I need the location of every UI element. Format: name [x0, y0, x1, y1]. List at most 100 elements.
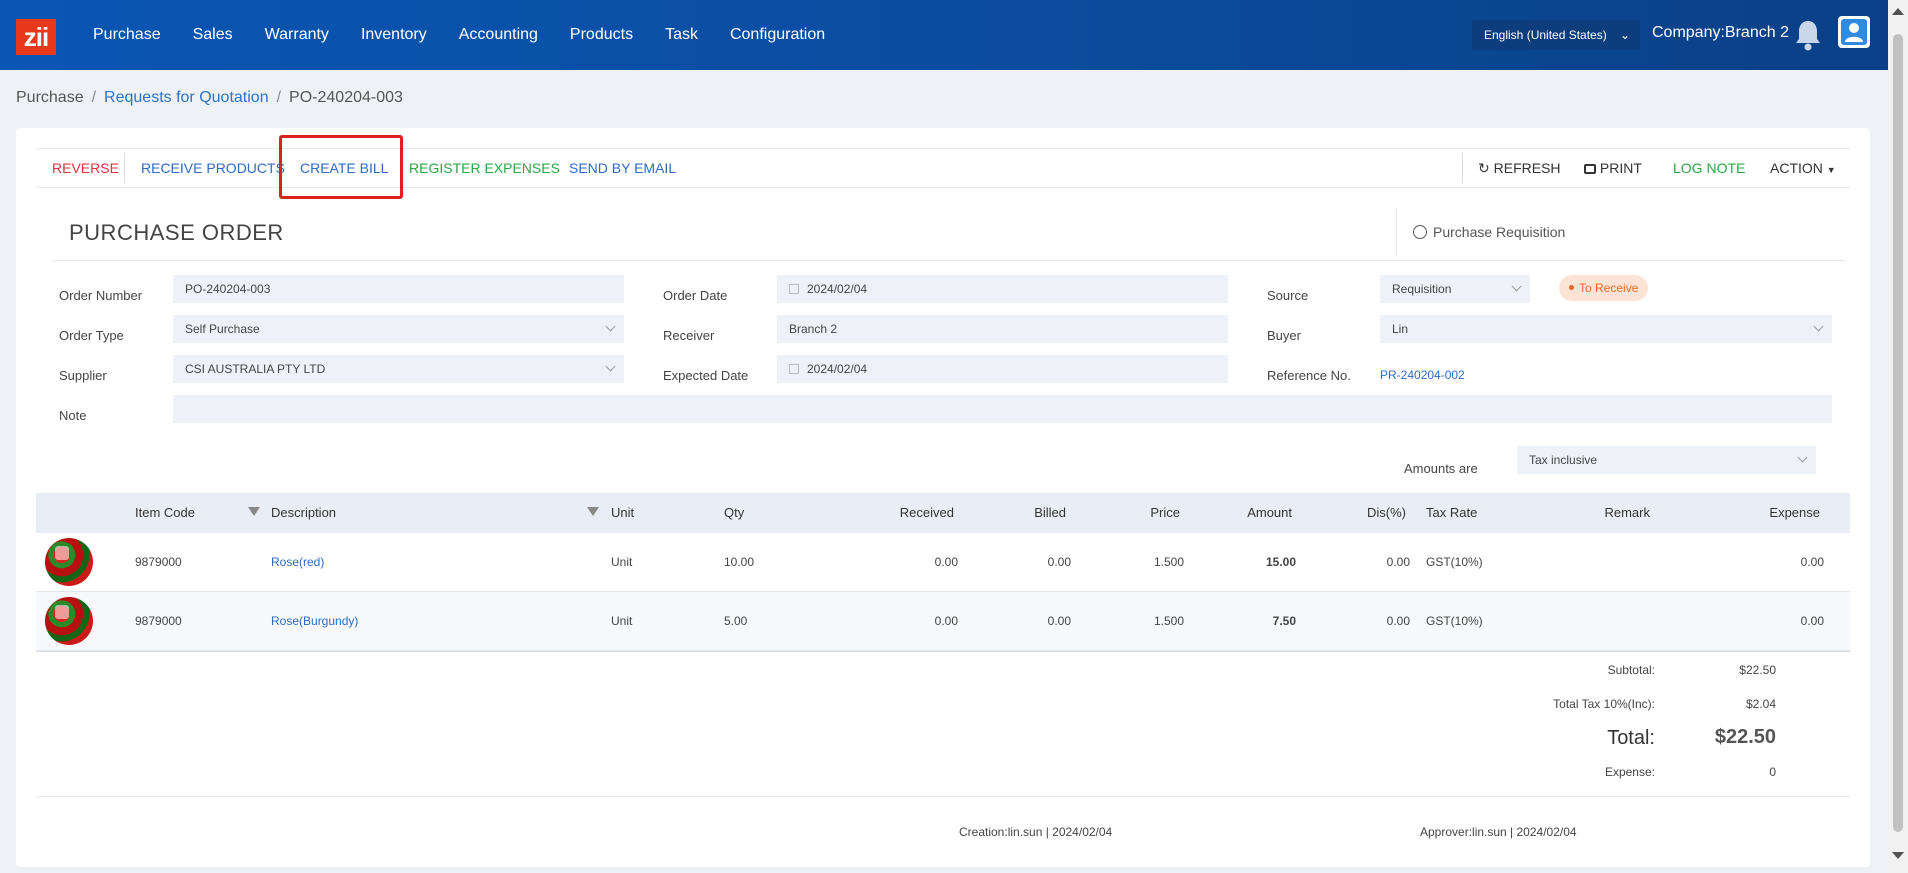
menu-item-products[interactable]: Products	[570, 26, 633, 44]
col-price[interactable]: Price	[1080, 493, 1180, 533]
table-row[interactable]: 9879000 Rose(Burgundy) Unit 5.00 0.00 0.…	[36, 592, 1850, 651]
product-thumbnail	[45, 538, 93, 586]
receiver-field[interactable]: Branch 2	[777, 315, 1228, 343]
menu-item-purchase[interactable]: Purchase	[93, 26, 161, 44]
menu-item-configuration[interactable]: Configuration	[730, 26, 825, 44]
amounts-are-select[interactable]: Tax inclusive	[1517, 446, 1816, 474]
col-unit[interactable]: Unit	[611, 493, 634, 533]
breadcrumb: Purchase / Requests for Quotation / PO-24020…	[16, 89, 403, 106]
total-label: Total:	[1607, 727, 1655, 749]
order-number-value: PO-240204-003	[185, 282, 271, 296]
order-number-label: Order Number	[59, 288, 143, 303]
buyer-select[interactable]: Lin	[1380, 315, 1832, 343]
col-expense[interactable]: Expense	[1720, 493, 1820, 533]
order-date-field[interactable]: 2024/02/04	[777, 275, 1228, 303]
filter-icon[interactable]	[587, 507, 599, 516]
calendar-icon	[789, 364, 799, 374]
supplier-select[interactable]: CSI AUSTRALIA PTY LTD	[173, 355, 624, 383]
total-value: $22.50	[1714, 726, 1776, 748]
cell-description[interactable]: Rose(Burgundy)	[271, 592, 358, 650]
action-label: ACTION	[1770, 160, 1823, 176]
col-billed[interactable]: Billed	[966, 493, 1066, 533]
calendar-icon	[789, 284, 799, 294]
scroll-down-icon[interactable]	[1892, 852, 1904, 859]
filter-icon[interactable]	[248, 507, 260, 516]
col-description[interactable]: Description	[271, 493, 336, 533]
cell-price: 1.500	[1153, 614, 1184, 628]
menu-item-inventory[interactable]: Inventory	[361, 26, 427, 44]
col-dis[interactable]: Dis(%)	[1306, 493, 1406, 533]
cell-received: 0.00	[934, 555, 958, 569]
amounts-are-value: Tax inclusive	[1529, 453, 1598, 467]
scrollbar-thumb[interactable]	[1893, 34, 1903, 832]
breadcrumb-rfq[interactable]: Requests for Quotation	[104, 89, 269, 106]
chevron-down-icon	[605, 361, 616, 372]
order-type-select[interactable]: Self Purchase	[173, 315, 624, 343]
reverse-button[interactable]: REVERSE	[52, 149, 119, 187]
buyer-value: Lin	[1392, 322, 1409, 336]
subtotal-value: $22.50	[1739, 663, 1776, 677]
note-input[interactable]	[173, 395, 1832, 423]
cell-dis: 0.00	[1386, 555, 1410, 569]
refresh-icon: ↻	[1478, 160, 1490, 176]
log-note-button[interactable]: LOG NOTE	[1673, 149, 1745, 187]
total-tax-label: Total Tax 10%(Inc):	[1553, 697, 1655, 711]
table-bottom-border	[36, 651, 1850, 652]
expected-date-label: Expected Date	[663, 368, 749, 383]
cell-unit: Unit	[611, 614, 633, 628]
menu-item-sales[interactable]: Sales	[193, 26, 233, 44]
cell-qty: 10.00	[724, 555, 755, 569]
company-label[interactable]: Company:Branch 2	[1652, 24, 1789, 42]
breadcrumb-root[interactable]: Purchase	[16, 89, 84, 106]
order-number-field[interactable]: PO-240204-003	[173, 275, 624, 303]
vertical-scrollbar[interactable]	[1888, 0, 1908, 873]
expense-value: 0	[1769, 765, 1776, 779]
source-label: Source	[1267, 288, 1309, 303]
cell-item-code: 9879000	[135, 614, 182, 628]
order-type-label: Order Type	[59, 328, 124, 343]
col-item-code[interactable]: Item Code	[135, 493, 195, 533]
source-select[interactable]: Requisition	[1380, 275, 1530, 303]
cell-amount: 15.00	[1265, 555, 1296, 569]
menu-item-warranty[interactable]: Warranty	[265, 26, 329, 44]
col-remark[interactable]: Remark	[1550, 493, 1650, 533]
cell-billed: 0.00	[1047, 614, 1071, 628]
menu-item-accounting[interactable]: Accounting	[459, 26, 538, 44]
send-by-email-button[interactable]: SEND BY EMAIL	[569, 149, 676, 187]
supplier-label: Supplier	[59, 368, 107, 383]
user-avatar-icon[interactable]	[1838, 16, 1870, 48]
cell-description[interactable]: Rose(red)	[271, 533, 324, 591]
bell-icon[interactable]	[1793, 18, 1823, 52]
register-expenses-button[interactable]: REGISTER EXPENSES	[409, 149, 560, 187]
col-qty[interactable]: Qty	[724, 493, 744, 533]
main-menu: Purchase Sales Warranty Inventory Accoun…	[93, 0, 857, 70]
action-dropdown[interactable]: ACTION ▼	[1770, 149, 1836, 187]
total-tax-value: $2.04	[1745, 697, 1776, 711]
col-amount[interactable]: Amount	[1192, 493, 1292, 533]
order-date-label: Order Date	[663, 288, 728, 303]
chevron-down-icon	[1797, 452, 1808, 463]
col-tax-rate[interactable]: Tax Rate	[1426, 493, 1477, 533]
purchase-requisition-link[interactable]: Purchase Requisition	[1396, 208, 1592, 256]
col-received[interactable]: Received	[854, 493, 954, 533]
menu-item-task[interactable]: Task	[665, 26, 698, 44]
buyer-label: Buyer	[1267, 328, 1301, 343]
scroll-up-icon[interactable]	[1892, 8, 1904, 15]
refresh-button[interactable]: ↻ REFRESH	[1478, 149, 1561, 187]
status-badge: To Receive	[1559, 275, 1649, 301]
reference-link[interactable]: PR-240204-002	[1380, 368, 1465, 382]
caret-down-icon: ▼	[1826, 165, 1836, 175]
purchase-requisition-label: Purchase Requisition	[1433, 224, 1566, 240]
receiver-label: Receiver	[663, 328, 715, 343]
table-header: Item Code Description Unit Qty Received …	[36, 493, 1850, 533]
language-select[interactable]: English (United States) ⌄	[1472, 20, 1640, 50]
receive-products-button[interactable]: RECEIVE PRODUCTS	[141, 149, 285, 187]
print-button[interactable]: PRINT	[1584, 149, 1642, 187]
page-title: PURCHASE ORDER	[69, 220, 284, 245]
expense-label: Expense:	[1604, 765, 1655, 779]
subtotal-label: Subtotal:	[1607, 663, 1655, 677]
table-row[interactable]: 9879000 Rose(red) Unit 10.00 0.00 0.00 1…	[36, 533, 1850, 592]
app-logo[interactable]: zii	[16, 19, 56, 55]
expected-date-field[interactable]: 2024/02/04	[777, 355, 1228, 383]
top-nav: zii Purchase Sales Warranty Inventory Ac…	[0, 0, 1908, 70]
